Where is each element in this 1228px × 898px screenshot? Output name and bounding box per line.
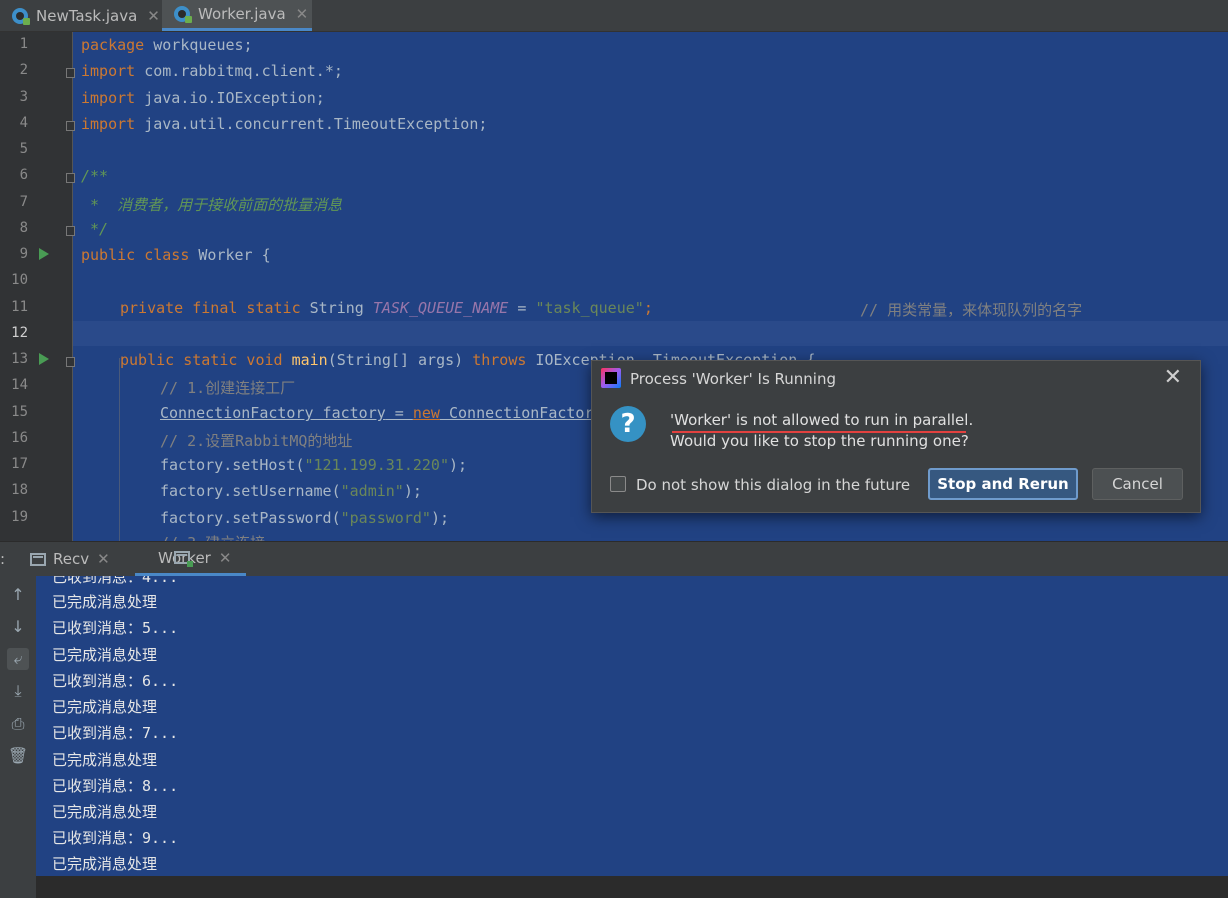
fold-marker-icon[interactable]	[66, 173, 75, 183]
tab-label: NewTask.java	[36, 6, 138, 25]
arrow-down-icon[interactable]: ↓	[7, 616, 29, 638]
line-number: 14	[11, 377, 28, 393]
soft-wrap-icon[interactable]: ⤶	[7, 648, 29, 670]
code-line: // 1.创建连接工厂	[160, 379, 296, 397]
scroll-to-end-icon[interactable]: ⤓	[7, 680, 29, 702]
tab-worker[interactable]: Worker ✕	[135, 542, 246, 576]
code-line: ConnectionFactory factory = new Connecti…	[160, 404, 630, 422]
console-line: 已收到消息：5...	[52, 619, 179, 637]
line-number: 17	[11, 456, 28, 472]
code-comment: // 用类常量，来体现队列的名字	[860, 301, 1083, 319]
console-running-icon	[174, 551, 193, 567]
console-line: 已完成消息处理	[52, 646, 158, 664]
console-line: 已收到消息：9...	[52, 829, 179, 847]
close-icon[interactable]: ✕	[219, 549, 232, 567]
do-not-show-label[interactable]: Do not show this dialog in the future	[636, 476, 910, 494]
trash-icon[interactable]: 🗑	[7, 745, 29, 767]
line-number: 6	[19, 167, 28, 183]
code-line: // 3.建立连接	[160, 532, 265, 541]
run-main-icon[interactable]	[39, 353, 49, 365]
code-line: factory.setHost("121.199.31.220");	[160, 456, 468, 474]
code-line: import java.util.concurrent.TimeoutExcep…	[81, 115, 488, 133]
tab-label: Worker.java	[198, 5, 286, 23]
fold-marker-icon[interactable]	[66, 121, 75, 131]
fold-marker-icon[interactable]	[66, 357, 75, 367]
code-line: package workqueues;	[81, 36, 253, 54]
dialog-message-line1: 'Worker' is not allowed to run in parall…	[670, 411, 974, 429]
tab-label: Recv	[53, 550, 90, 568]
line-number: 11	[11, 299, 28, 315]
fold-marker-icon[interactable]	[66, 226, 75, 236]
console-output[interactable]: 已收到消息：4... 已完成消息处理 已收到消息：5... 已完成消息处理 已收…	[36, 576, 1228, 876]
code-line: * 消费者，用于接收前面的批量消息	[81, 196, 343, 214]
code-line: import com.rabbitmq.client.*;	[81, 62, 343, 80]
console-line: 已收到消息：8...	[52, 777, 179, 795]
line-number: 3	[19, 89, 28, 105]
line-number: 13	[11, 351, 28, 367]
current-line-highlight	[73, 321, 1228, 346]
code-line: factory.setPassword("password");	[160, 509, 449, 527]
line-number: 2	[19, 62, 28, 78]
editor-tab-bar: NewTask.java ✕ Worker.java ✕	[0, 0, 1228, 32]
code-line: public class Worker {	[81, 246, 271, 264]
code-line: factory.setUsername("admin");	[160, 482, 422, 500]
process-running-dialog: Process 'Worker' Is Running ✕ ? 'Worker'…	[591, 360, 1201, 513]
line-number: 7	[19, 194, 28, 210]
cancel-button[interactable]: Cancel	[1092, 468, 1183, 500]
close-icon[interactable]: ✕	[147, 7, 160, 25]
fold-marker-icon[interactable]	[66, 68, 75, 78]
dialog-title: Process 'Worker' Is Running	[630, 370, 837, 388]
code-line: */	[81, 220, 109, 238]
line-number: 18	[11, 482, 28, 498]
print-icon[interactable]: ⎙	[7, 713, 29, 735]
close-icon[interactable]: ✕	[97, 550, 110, 568]
line-number: 19	[11, 509, 28, 525]
code-line: private final static String TASK_QUEUE_N…	[120, 299, 653, 317]
line-number: 15	[11, 404, 28, 420]
intellij-logo-icon	[601, 368, 621, 388]
console-line: 已收到消息：6...	[52, 672, 179, 690]
console-line: 已完成消息处理	[52, 803, 158, 821]
line-number: 5	[19, 141, 28, 157]
tab-newtask-java[interactable]: NewTask.java ✕	[0, 0, 162, 31]
console-line: 已收到消息：4...	[52, 576, 179, 586]
code-line: /**	[81, 167, 109, 185]
console-toolbar: ↑ ↓ ⤶ ⤓ ⎙ 🗑	[0, 576, 36, 898]
tab-recv[interactable]: Recv ✕	[30, 542, 110, 576]
line-number: 16	[11, 430, 28, 446]
indent-guide	[119, 358, 120, 541]
code-line: import java.io.IOException;	[81, 89, 325, 107]
console-blank-area	[36, 876, 1228, 898]
java-class-icon	[12, 7, 30, 25]
line-number: 12	[11, 325, 28, 341]
line-number: 8	[19, 220, 28, 236]
console-line: 已完成消息处理	[52, 698, 158, 716]
run-tool-window-tabs: : Recv ✕ Worker ✕	[0, 541, 1228, 577]
line-number: 4	[19, 115, 28, 131]
console-line: 已完成消息处理	[52, 751, 158, 769]
console-icon	[30, 552, 46, 566]
close-icon[interactable]: ✕	[296, 5, 309, 23]
gutter-divider	[72, 32, 73, 541]
line-number: 10	[11, 272, 28, 288]
close-icon[interactable]: ✕	[1164, 365, 1182, 390]
console-line: 已收到消息：7...	[52, 724, 179, 742]
do-not-show-checkbox[interactable]	[610, 476, 626, 492]
run-panel-label: :	[0, 550, 6, 568]
code-line: // 2.设置RabbitMQ的地址	[160, 432, 353, 450]
run-class-icon[interactable]	[39, 248, 49, 260]
line-number: 1	[19, 36, 28, 52]
java-class-icon	[174, 6, 192, 23]
stop-and-rerun-button[interactable]: Stop and Rerun	[928, 468, 1078, 500]
line-number: 9	[19, 246, 28, 262]
arrow-up-icon[interactable]: ↑	[7, 584, 29, 606]
tab-worker-java[interactable]: Worker.java ✕	[162, 0, 312, 31]
question-icon: ?	[610, 406, 646, 442]
console-line: 已完成消息处理	[52, 593, 158, 611]
console-line: 已完成消息处理	[52, 855, 158, 873]
dialog-message-line2: Would you like to stop the running one?	[670, 432, 969, 450]
